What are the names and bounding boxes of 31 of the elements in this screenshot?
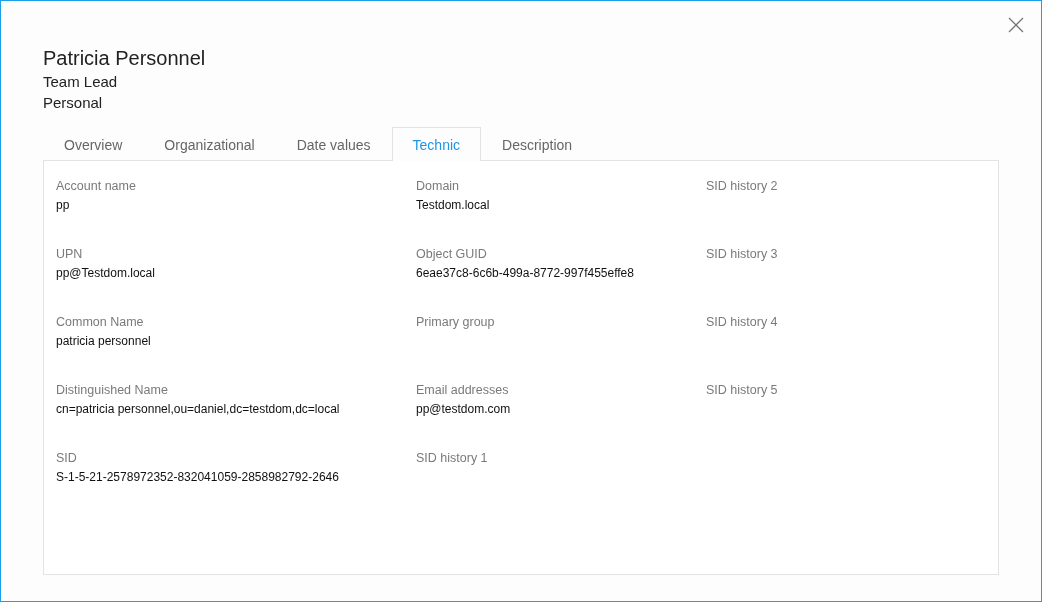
tab[interactable]: Description (481, 127, 594, 161)
tab[interactable]: Date values (275, 127, 392, 161)
person-name: Patricia Personnel (43, 46, 207, 71)
field-label: SID history 4 (706, 315, 778, 329)
department: Personal (43, 93, 104, 113)
field-label: Account name (56, 179, 137, 193)
field-label: UPN (56, 247, 84, 261)
field-value: patricia personnel (56, 334, 152, 348)
field-label: SID history 1 (416, 451, 489, 465)
field-label: Email addresses (416, 383, 510, 397)
job-title: Team Lead (43, 72, 119, 92)
field-label: SID history 5 (706, 383, 778, 397)
field-value: cn=patricia personnel,ou=daniel,dc=testdom,dc=local (56, 402, 341, 416)
tab[interactable]: Technic (391, 127, 482, 161)
field-value: 6eae37c8-6c6b-499a-8772-997f455effe8 (416, 266, 635, 280)
field-value: Testdom.local (416, 198, 491, 212)
field-label: Common Name (56, 315, 145, 329)
field-label: SID history 3 (706, 247, 778, 261)
tab[interactable]: Overview (43, 127, 144, 161)
field-label: Primary group (416, 315, 496, 329)
field-value: pp@testdom.com (416, 402, 512, 416)
field-label: SID history 2 (706, 179, 778, 193)
field-value: S-1-5-21-2578972352-832041059-2858982792-2646 (56, 470, 340, 484)
field-label: Domain (416, 179, 461, 193)
close-icon[interactable] (1008, 17, 1024, 33)
field-value: pp@Testdom.local (56, 266, 156, 280)
field-value: pp (56, 198, 71, 212)
field-label: SID (56, 451, 78, 465)
field-label: Distinguished Name (56, 383, 169, 397)
field-label: Object GUID (416, 247, 488, 261)
tab[interactable]: Organizational (143, 127, 276, 161)
